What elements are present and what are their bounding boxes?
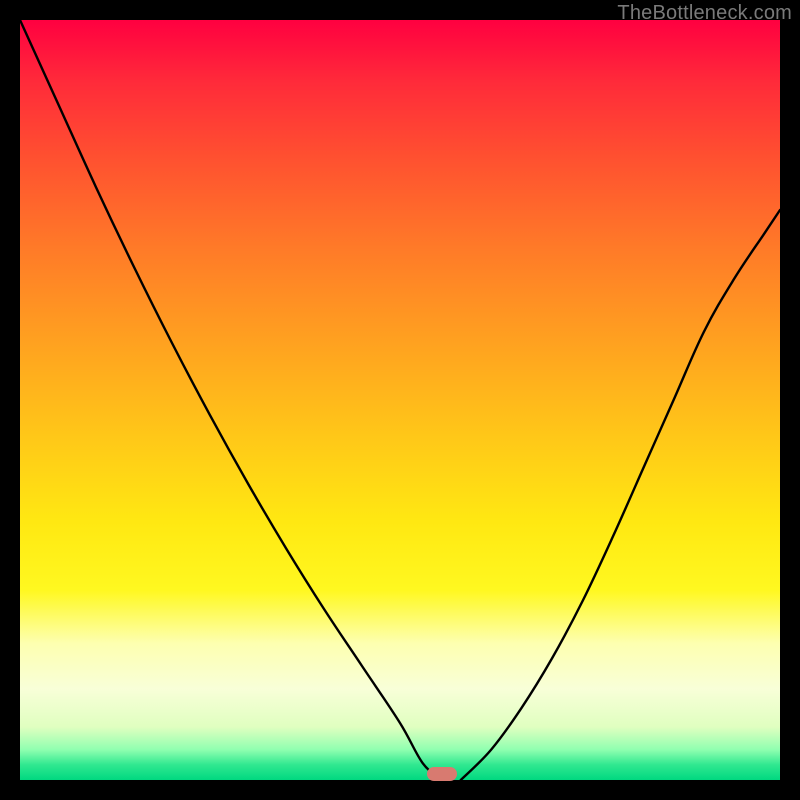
- left-curve-path: [20, 20, 442, 780]
- watermark-text: TheBottleneck.com: [617, 2, 792, 25]
- chart-frame: TheBottleneck.com: [0, 0, 800, 800]
- right-curve-path: [461, 210, 780, 780]
- plot-area: [20, 20, 780, 780]
- bottleneck-marker: [427, 767, 457, 781]
- curve-svg: [20, 20, 780, 780]
